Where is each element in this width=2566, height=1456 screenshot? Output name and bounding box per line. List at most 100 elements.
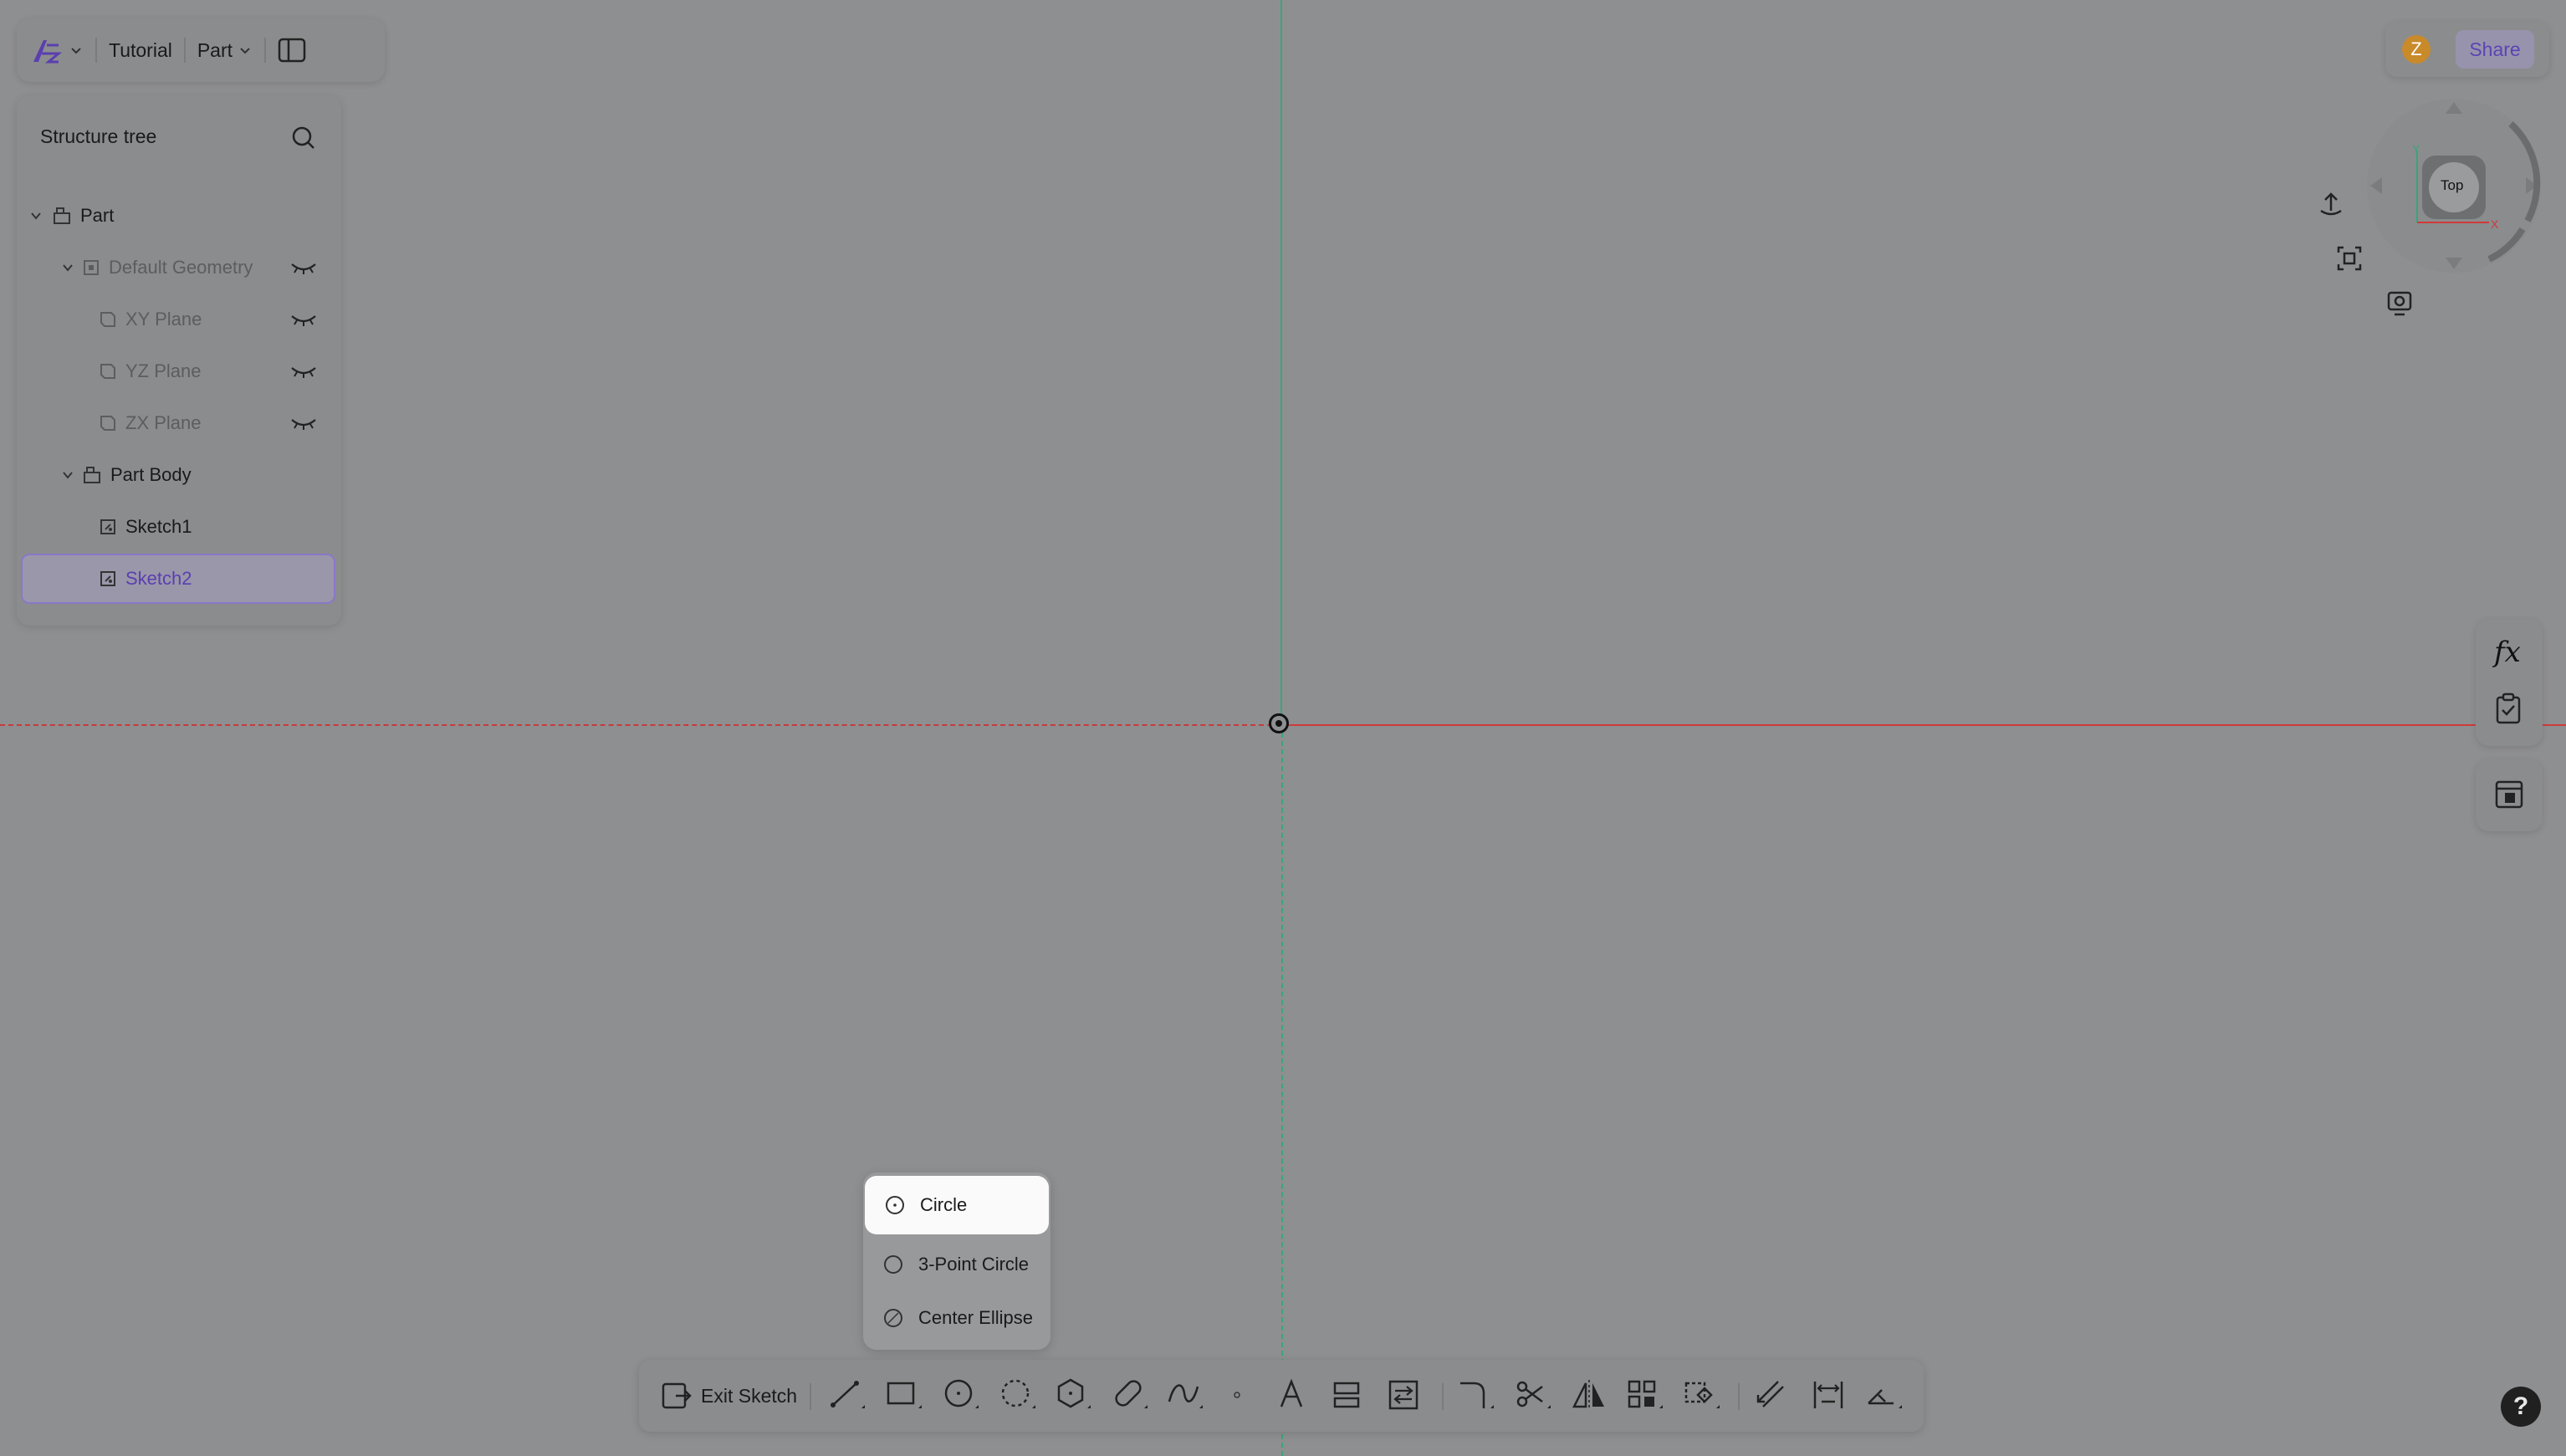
rectangle-icon[interactable] <box>885 1377 925 1413</box>
fillet-icon[interactable] <box>1457 1377 1497 1413</box>
menu-item-label: Circle <box>920 1194 968 1215</box>
offset-icon[interactable] <box>1753 1377 1790 1413</box>
right-tools-pod-2 <box>2476 759 2543 831</box>
tree-item-zx-plane[interactable]: ZX Plane <box>17 400 341 447</box>
menu-item-center-ellipse[interactable]: Center Ellipse <box>863 1290 1050 1346</box>
trim-icon[interactable] <box>1514 1377 1554 1413</box>
three-point-circle-icon <box>884 1255 902 1274</box>
sketch-toolbar: Exit Sketch <box>639 1360 1924 1432</box>
spline-icon[interactable] <box>1166 1377 1206 1413</box>
structure-tree-panel: Structure tree Part Default Geometry XY … <box>17 95 341 626</box>
plane-icon <box>99 414 117 432</box>
tree-item-sketch1[interactable]: Sketch1 <box>17 503 341 550</box>
part-icon <box>52 206 72 226</box>
project-icon[interactable] <box>1330 1377 1363 1413</box>
text-icon[interactable] <box>1275 1377 1308 1413</box>
right-tools-pod: fx <box>2476 619 2543 746</box>
menu-item-3-point-circle[interactable]: 3-Point Circle <box>863 1236 1050 1293</box>
point-icon[interactable] <box>1224 1377 1250 1413</box>
line-icon[interactable] <box>828 1377 868 1413</box>
avatar[interactable]: Z <box>2402 35 2431 64</box>
tree-item-label: Sketch1 <box>125 516 192 537</box>
chevron-down-icon[interactable] <box>60 260 75 275</box>
x-axis-label: X <box>2491 217 2499 231</box>
divider <box>183 38 186 63</box>
transform-icon[interactable] <box>1683 1377 1723 1413</box>
view-navigator[interactable]: Top Y X <box>2364 95 2544 276</box>
home-view-icon[interactable] <box>2317 191 2345 219</box>
sketch-icon <box>99 518 117 536</box>
divider <box>810 1383 811 1410</box>
divider <box>264 38 267 63</box>
tree-item-sketch2[interactable]: Sketch2 <box>21 554 335 604</box>
plane-icon <box>99 362 117 381</box>
sketch-icon <box>99 570 117 588</box>
chevron-down-icon[interactable] <box>60 467 75 483</box>
convert-icon[interactable] <box>1387 1377 1420 1413</box>
top-toolbar: Tutorial Part <box>17 18 385 82</box>
display-mode-icon[interactable] <box>2385 289 2414 318</box>
fit-view-icon[interactable] <box>2335 244 2364 273</box>
menu-item-label: Center Ellipse <box>918 1307 1033 1328</box>
divider <box>95 38 97 63</box>
tree-item-label: YZ Plane <box>125 360 202 381</box>
document-name[interactable]: Tutorial <box>109 39 172 62</box>
formula-icon[interactable]: fx <box>2494 636 2521 669</box>
tree-item-label: Part Body <box>110 464 192 485</box>
eye-closed-icon[interactable] <box>289 313 318 326</box>
mode-dropdown[interactable]: Part <box>197 39 233 62</box>
table-icon[interactable] <box>2494 779 2524 810</box>
plane-icon <box>99 310 117 329</box>
polygon-icon[interactable] <box>1054 1377 1094 1413</box>
tree-item-yz-plane[interactable]: YZ Plane <box>17 348 341 395</box>
x-axis-line <box>1282 724 2566 726</box>
dimension-icon[interactable] <box>1810 1377 1847 1413</box>
y-axis-label: Y <box>2412 142 2420 156</box>
search-icon[interactable] <box>289 124 318 152</box>
circle-icon[interactable] <box>942 1377 982 1413</box>
divider <box>1738 1383 1740 1410</box>
exit-sketch-button[interactable]: Exit Sketch <box>701 1385 797 1407</box>
eye-closed-icon[interactable] <box>289 365 318 378</box>
origin-point[interactable] <box>1269 713 1289 733</box>
center-circle-icon <box>886 1196 904 1214</box>
mirror-icon[interactable] <box>1571 1377 1608 1413</box>
geometry-folder-icon <box>82 258 100 277</box>
exit-sketch-icon[interactable] <box>661 1382 693 1410</box>
tree-item-label: Default Geometry <box>109 257 253 278</box>
tree-item-default-geometry[interactable]: Default Geometry <box>17 244 341 291</box>
eye-closed-icon[interactable] <box>289 416 318 430</box>
app-logo-icon[interactable] <box>30 35 65 65</box>
toggle-panel-icon[interactable] <box>278 38 306 63</box>
y-axis-dashed-line <box>1281 724 1283 1456</box>
help-button[interactable]: ? <box>2501 1387 2541 1427</box>
part-body-icon <box>82 465 102 485</box>
arc-icon[interactable] <box>999 1377 1039 1413</box>
view-cube-face-label[interactable]: Top <box>2441 177 2463 194</box>
share-button[interactable]: Share <box>2456 30 2534 69</box>
menu-item-label: 3-Point Circle <box>918 1254 1030 1275</box>
slot-icon[interactable] <box>1111 1377 1151 1413</box>
chevron-down-icon[interactable] <box>238 43 253 58</box>
tree-item-label: Sketch2 <box>125 568 192 589</box>
share-panel: Z Share <box>2385 22 2549 77</box>
tree-item-part[interactable]: Part <box>17 192 341 239</box>
chevron-down-icon[interactable] <box>28 208 43 223</box>
circle-tools-menu: Circle 3-Point Circle Center Ellipse <box>863 1172 1050 1350</box>
ellipse-icon <box>884 1309 902 1327</box>
y-axis-line <box>1280 0 1282 724</box>
x-axis-dashed-line <box>0 724 1280 726</box>
checklist-icon[interactable] <box>2494 692 2523 724</box>
divider <box>1442 1383 1444 1410</box>
pattern-icon[interactable] <box>1626 1377 1666 1413</box>
constraint-icon[interactable] <box>1865 1377 1905 1413</box>
chevron-down-icon[interactable] <box>69 43 84 58</box>
tree-item-label: XY Plane <box>125 309 202 330</box>
tree-item-xy-plane[interactable]: XY Plane <box>17 296 341 343</box>
structure-tree-title: Structure tree <box>40 125 157 147</box>
menu-item-circle[interactable]: Circle <box>865 1176 1049 1234</box>
tree-item-label: ZX Plane <box>125 412 202 433</box>
eye-closed-icon[interactable] <box>289 261 318 274</box>
tree-item-part-body[interactable]: Part Body <box>17 452 341 498</box>
tree-item-label: Part <box>80 205 115 226</box>
